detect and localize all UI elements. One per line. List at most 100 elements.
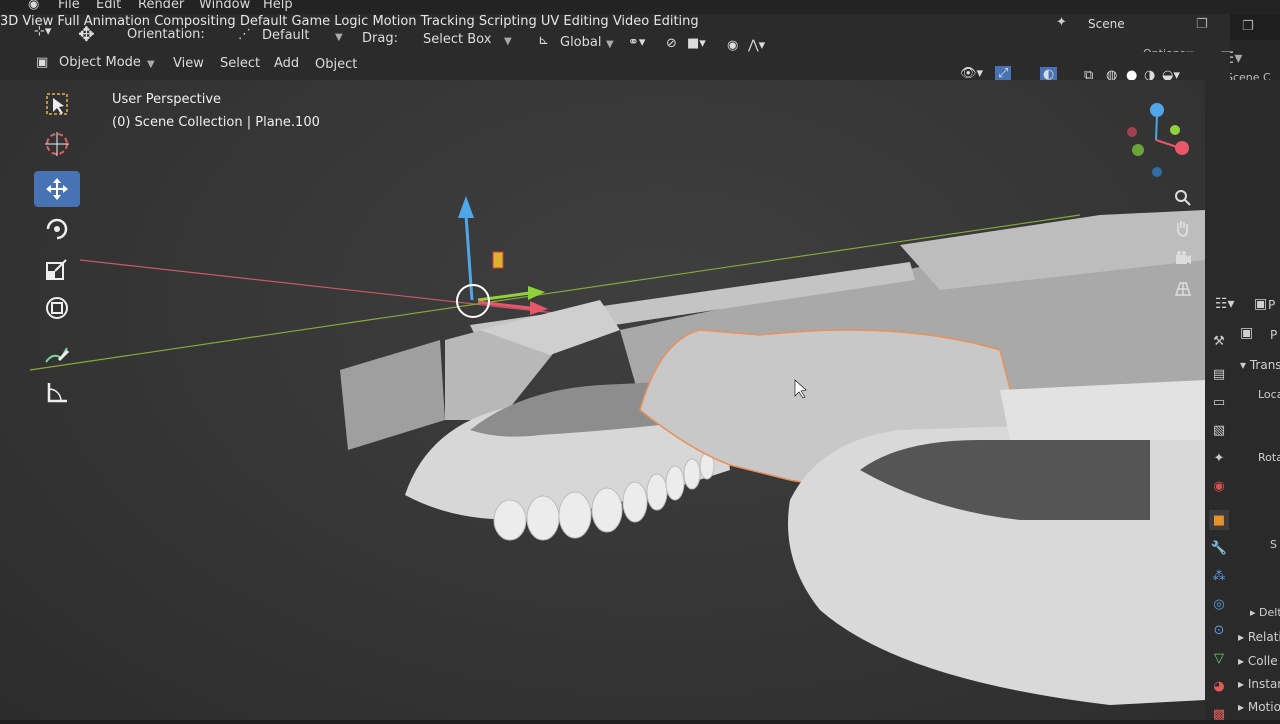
magnifier-icon xyxy=(1175,190,1191,206)
material-tab-icon[interactable]: ◕ xyxy=(1209,676,1229,696)
motion-label: Motion xyxy=(1247,700,1280,714)
delta-section[interactable]: ▸ Delt xyxy=(1250,606,1280,619)
data-tab-icon[interactable]: ▽ xyxy=(1209,648,1229,668)
transform-tool[interactable] xyxy=(34,290,80,326)
rotate-tool[interactable] xyxy=(34,211,80,247)
collections-label: Colle xyxy=(1247,654,1278,668)
tab-uv-editing[interactable]: UV Editing xyxy=(541,14,609,29)
chevron-down-icon[interactable]: ▼ xyxy=(147,59,155,70)
tab-scripting[interactable]: Scripting xyxy=(479,14,537,29)
render-tab-icon[interactable]: ▤ xyxy=(1209,364,1229,384)
pivot-point-icon[interactable]: ⚭▾ xyxy=(628,35,645,50)
menu-window[interactable]: Window xyxy=(199,0,250,12)
3d-viewport[interactable] xyxy=(0,80,1205,720)
crosshair-icon xyxy=(45,132,69,156)
instancing-section[interactable]: ▸ Instan xyxy=(1238,677,1280,691)
relations-label: Relati xyxy=(1247,630,1280,644)
delta-label: Delt xyxy=(1259,606,1280,619)
zoom-button[interactable] xyxy=(1170,185,1196,211)
proportional-edit-icon[interactable]: ◉ xyxy=(727,38,738,53)
move-arrows-icon[interactable]: ✥ xyxy=(78,22,95,46)
relations-section[interactable]: ▸ Relati xyxy=(1238,630,1280,644)
menu-edit[interactable]: Edit xyxy=(96,0,121,12)
transform-orientation-dropdown[interactable]: Global xyxy=(560,35,601,50)
scene-icon[interactable]: ✦ xyxy=(1056,15,1067,30)
menu-help[interactable]: Help xyxy=(263,0,293,12)
pan-button[interactable] xyxy=(1170,215,1196,241)
transform-orientation-icon: ⊾ xyxy=(538,33,549,48)
transform-label: Trans xyxy=(1249,358,1280,372)
viewport-header: ▣ Object Mode ▼ View Select Add Object 👁… xyxy=(0,52,1230,83)
editor-type-icon[interactable]: ☷▾ xyxy=(1215,296,1235,312)
left-block xyxy=(340,340,445,450)
annotate-tool[interactable] xyxy=(34,336,80,372)
properties-subheader: P xyxy=(1270,328,1278,342)
chevron-down-icon[interactable]: ▼ xyxy=(504,36,512,47)
chevron-down-icon[interactable]: ▼ xyxy=(606,39,614,50)
scale-icon xyxy=(46,259,67,280)
select-cursor-icon xyxy=(46,93,68,115)
drag-label: Drag: xyxy=(362,31,398,46)
modifier-tab-icon[interactable]: 🔧 xyxy=(1209,538,1229,558)
perspective-label: User Perspective xyxy=(112,92,222,107)
visibility-eye-icon[interactable]: 👁▾ xyxy=(960,66,983,81)
new-scene-icon[interactable]: ❐ xyxy=(1196,17,1208,32)
measure-tool[interactable] xyxy=(34,375,80,411)
object-tab-icon[interactable]: ■ xyxy=(1209,510,1229,530)
scale-tool[interactable] xyxy=(34,251,80,287)
tool-settings-bar: 3D View Full Animation Compositing Defau… xyxy=(0,14,1254,61)
drag-dropdown[interactable]: Select Box xyxy=(423,32,491,47)
orientation-icon: ⋰ xyxy=(238,27,251,42)
transform-pivot-icon[interactable]: ⊹▾ xyxy=(34,24,51,39)
tab-game-logic[interactable]: Game Logic xyxy=(291,14,368,29)
transform-section[interactable]: ▾ Trans xyxy=(1240,358,1280,372)
hand-icon xyxy=(1176,221,1189,237)
world-tab-icon[interactable]: ◉ xyxy=(1209,476,1229,496)
properties-tab-icon[interactable]: ▣ xyxy=(1254,296,1267,312)
chevron-down-icon[interactable]: ▼ xyxy=(335,32,343,43)
transform-icon xyxy=(46,297,68,319)
location-label: Loca xyxy=(1258,388,1280,401)
physics-tab-icon[interactable]: ◎ xyxy=(1209,594,1229,614)
blender-logo-icon[interactable]: ◉ xyxy=(28,0,39,12)
tab-motion-tracking[interactable]: Motion Tracking xyxy=(372,14,474,29)
move-tool[interactable] xyxy=(34,171,80,207)
grid-icon xyxy=(1174,282,1192,296)
menu-render[interactable]: Render xyxy=(138,0,184,12)
view-layer-icon[interactable]: ❐ xyxy=(1242,19,1254,34)
gizmo-center-ring xyxy=(456,284,490,318)
tool-tab-icon[interactable]: ⚒ xyxy=(1209,331,1229,351)
texture-tab-icon[interactable]: ▩ xyxy=(1209,704,1229,724)
menu-file[interactable]: File xyxy=(58,0,80,12)
collections-section[interactable]: ▸ Colle xyxy=(1238,654,1278,668)
pencil-icon xyxy=(45,347,70,363)
motion-section[interactable]: ▸ Motion xyxy=(1238,700,1280,714)
menu-view[interactable]: View xyxy=(173,56,204,71)
ruler-icon xyxy=(47,383,67,403)
tab-video-editing[interactable]: Video Editing xyxy=(613,14,699,29)
perspective-toggle-button[interactable] xyxy=(1170,276,1196,302)
cursor-tool[interactable] xyxy=(34,126,80,162)
scene-tab-icon[interactable]: ✦ xyxy=(1209,448,1229,468)
move-arrows-icon xyxy=(46,178,68,200)
menu-add[interactable]: Add xyxy=(274,56,299,71)
menu-object[interactable]: Object xyxy=(315,57,357,72)
object-data-icon[interactable]: ▣ xyxy=(1240,325,1253,341)
snap-icon[interactable]: ⊘ xyxy=(666,36,677,51)
particles-tab-icon[interactable]: ⁂ xyxy=(1209,566,1229,586)
constraints-tab-icon[interactable]: ⊙ xyxy=(1209,620,1229,640)
mode-dropdown[interactable]: Object Mode xyxy=(59,55,141,70)
orientation-dropdown[interactable]: Default xyxy=(262,28,310,43)
camera-view-button[interactable] xyxy=(1170,245,1196,271)
select-box-tool[interactable] xyxy=(34,86,80,122)
snap-target-icon[interactable]: ■▾ xyxy=(687,36,706,51)
view-layer-tab-icon[interactable]: ▧ xyxy=(1209,420,1229,440)
menu-select[interactable]: Select xyxy=(220,56,260,71)
x-axis-line xyxy=(79,259,601,319)
gizmo-toggle-icon[interactable]: ⤢ xyxy=(995,66,1012,81)
scene-name[interactable]: Scene xyxy=(1088,17,1125,31)
falloff-icon[interactable]: ⋀▾ xyxy=(748,38,765,53)
collection-label: (0) Scene Collection | Plane.100 xyxy=(112,115,320,130)
output-tab-icon[interactable]: ▭ xyxy=(1209,392,1229,412)
editor-type-icon[interactable]: ▣ xyxy=(36,55,48,70)
